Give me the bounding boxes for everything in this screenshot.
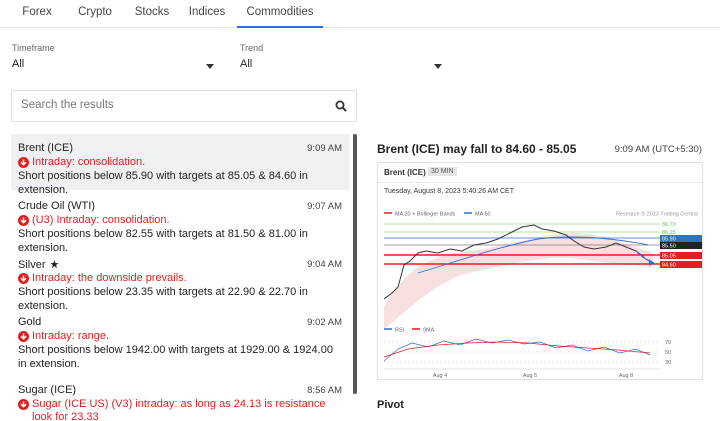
timeframe-label: Timeframe [12, 43, 55, 53]
verdict-label: Sugar (ICE US) (V3) intraday: as long as… [32, 398, 326, 421]
timestamp: 9:02 AM [307, 317, 342, 328]
analysis-title: Brent (ICE) may fall to 84.60 - 85.05 [377, 142, 577, 156]
star-icon[interactable]: ★ [50, 259, 60, 271]
level-label: 86.70 [662, 222, 676, 228]
timeframe-select[interactable]: All [12, 58, 214, 76]
chart-timeframe-badge: 30 MIN [428, 167, 457, 176]
down-arrow-icon [18, 273, 29, 284]
list-item[interactable]: Brent (ICE) 9:09 AM Intraday: consolidat… [11, 134, 350, 196]
level-label: 85.50 [662, 244, 676, 250]
verdict-text: Intraday: consolidation. [18, 156, 340, 169]
tab-crypto[interactable]: Crypto [70, 0, 120, 27]
instrument-name-text: Silver [18, 259, 46, 271]
chart-date: Tuesday, August 8, 2023 5:40:26 AM CET [384, 188, 514, 195]
instrument-name: Brent (ICE) [18, 142, 74, 154]
results-scrollbar[interactable] [353, 134, 357, 394]
analysis-timestamp: 9:09 AM (UTC+5:30) [614, 144, 702, 155]
down-arrow-icon [18, 215, 29, 226]
price-chart-svg: MA 20 + Bollinger Bands MA 50 Research ©… [383, 211, 702, 379]
verdict-label: Intraday: range. [32, 330, 110, 342]
down-arrow-icon [18, 157, 29, 168]
list-item[interactable]: Sugar (ICE) 8:56 AM Sugar (ICE US) (V3) … [11, 376, 350, 421]
instrument-name: Sugar (ICE) [18, 384, 77, 396]
chevron-down-icon [434, 64, 442, 69]
timestamp: 9:09 AM [307, 143, 342, 154]
copyright-text: Research © 2023 Trading Central [616, 211, 698, 218]
tab-forex[interactable]: Forex [12, 0, 62, 27]
description: Short positions below 1942.00 with targe… [18, 344, 333, 370]
trend-value: All [240, 58, 253, 70]
down-arrow-icon [18, 331, 29, 342]
list-item[interactable]: Crude Oil (WTI) 9:07 AM (U3) Intraday: c… [11, 192, 350, 254]
verdict-label: Intraday: consolidation. [32, 156, 146, 168]
level-label: 84.60 [662, 263, 676, 269]
tab-indices[interactable]: Indices [182, 0, 232, 27]
timestamp: 8:56 AM [307, 385, 342, 396]
rsi-ma-line [383, 341, 651, 358]
rsi-ma-legend-label: 9MA [423, 328, 435, 334]
chevron-down-icon [206, 64, 214, 69]
tab-commodities[interactable]: Commodities [237, 0, 323, 28]
trend-select[interactable]: All [240, 58, 442, 76]
timeframe-value: All [12, 58, 25, 70]
level-label: 85.90 [662, 237, 676, 243]
level-label: 85.05 [662, 254, 676, 260]
ma20-legend-label: MA 20 + Bollinger Bands [395, 212, 456, 218]
verdict-label: Intraday: the downside prevails. [32, 272, 187, 284]
x-axis-label: Aug 4 [433, 373, 447, 379]
search-input[interactable] [21, 99, 321, 111]
chart-symbol: Brent (ICE) [384, 168, 426, 177]
list-item[interactable]: Silver ★ 9:04 AM Intraday: the downside p… [11, 250, 350, 312]
ma50-legend-label: MA 50 [475, 212, 491, 218]
instrument-name: Crude Oil (WTI) [18, 200, 95, 212]
x-axis-label: Aug 5 [523, 373, 537, 379]
rsi-level-label: 50 [665, 350, 671, 356]
timestamp: 9:07 AM [307, 201, 342, 212]
timestamp: 9:04 AM [307, 259, 342, 270]
down-arrow-icon [18, 399, 29, 410]
verdict-text: (U3) Intraday: consolidation. [18, 214, 340, 227]
search-icon[interactable] [335, 100, 347, 112]
bollinger-band [384, 233, 653, 329]
verdict-text: Intraday: the downside prevails. [18, 272, 340, 285]
rsi-legend-label: RSI [395, 328, 405, 334]
rsi-level-label: 30 [665, 360, 671, 366]
search-box [11, 90, 357, 122]
trend-label: Trend [240, 43, 264, 53]
instrument-name: Gold [18, 316, 42, 328]
pivot-heading: Pivot [377, 399, 404, 411]
verdict-label: (U3) Intraday: consolidation. [32, 214, 170, 226]
analysis-chart: Brent (ICE) 30 MIN Tuesday, August 8, 20… [377, 162, 703, 380]
rsi-level-label: 70 [665, 340, 671, 346]
list-item[interactable]: Gold 9:02 AM Intraday: range. Short posi… [11, 308, 350, 376]
market-tabs: Forex Crypto Stocks Indices Commodities [0, 0, 720, 28]
x-axis-label: Aug 8 [619, 373, 633, 379]
tab-stocks[interactable]: Stocks [127, 0, 177, 27]
verdict-text: Sugar (ICE US) (V3) intraday: as long as… [18, 398, 340, 421]
results-list: Brent (ICE) 9:09 AM Intraday: consolidat… [11, 134, 350, 421]
verdict-text: Intraday: range. [18, 330, 340, 343]
chart-header: Brent (ICE) 30 MIN [378, 163, 702, 183]
instrument-name: Silver ★ [18, 258, 59, 271]
